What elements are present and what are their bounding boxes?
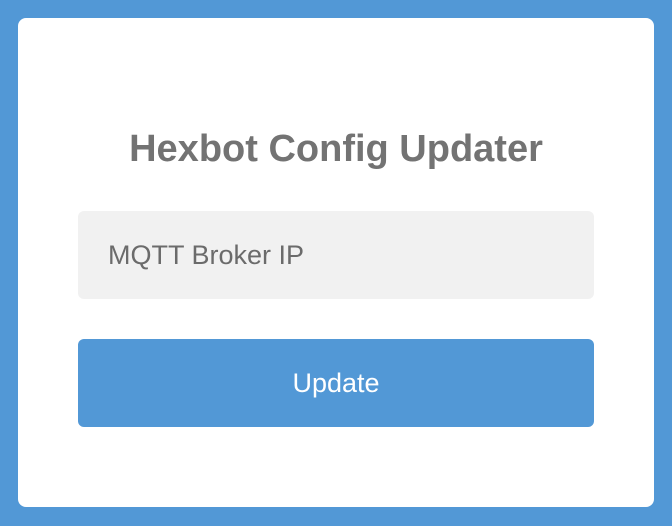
update-button[interactable]: Update	[78, 339, 594, 427]
page-title: Hexbot Config Updater	[129, 128, 543, 170]
mqtt-broker-ip-input[interactable]	[78, 211, 594, 299]
config-card: Hexbot Config Updater Update	[18, 18, 654, 507]
